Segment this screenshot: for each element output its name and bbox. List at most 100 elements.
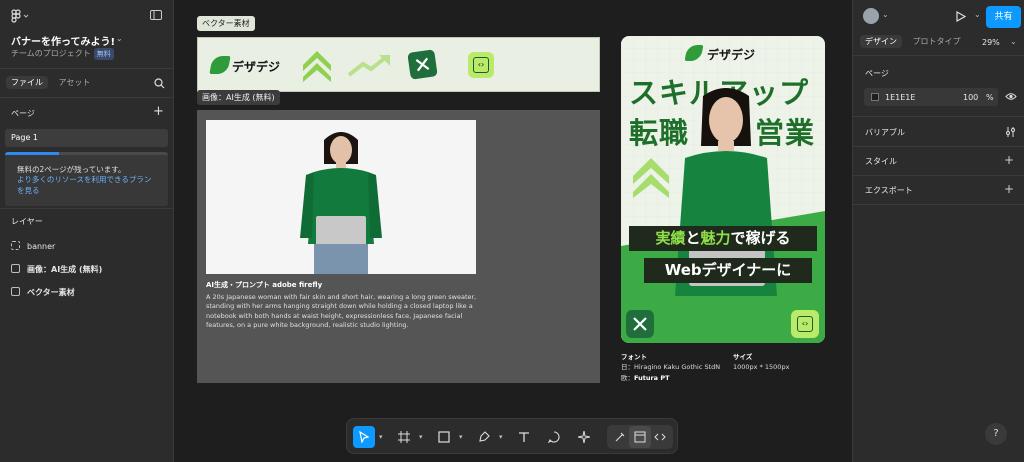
comment-tool-button[interactable] bbox=[543, 426, 565, 448]
search-icon[interactable] bbox=[154, 78, 165, 92]
tab-prototype[interactable]: プロトタイプ bbox=[913, 37, 961, 46]
frame-icon bbox=[398, 431, 410, 443]
chevron-up-double-icon bbox=[303, 51, 331, 82]
main-menu-button[interactable] bbox=[11, 9, 31, 26]
divider bbox=[853, 146, 1024, 147]
tab-assets[interactable]: アセット bbox=[59, 78, 91, 87]
cursor-icon bbox=[359, 431, 370, 443]
poster-chevron-icon bbox=[633, 158, 669, 198]
eye-icon[interactable] bbox=[1005, 92, 1017, 101]
comment-icon bbox=[548, 431, 560, 443]
layer-row-image[interactable]: 画像：AI生成 (無料) bbox=[11, 264, 102, 275]
bottom-toolbar: ▾ ▾ ▾ ▾ bbox=[346, 418, 678, 454]
chevron-down-icon[interactable]: ▾ bbox=[419, 433, 423, 441]
zoom-level[interactable]: 29% bbox=[982, 38, 1000, 47]
chevron-down-icon[interactable]: ▾ bbox=[459, 433, 463, 441]
team-project-label: チームのプロジェクト bbox=[11, 49, 91, 58]
color-swatch[interactable] bbox=[871, 93, 879, 101]
free-badge: 無料 bbox=[93, 48, 114, 60]
mode-switcher bbox=[607, 425, 673, 449]
poster-tools-icon bbox=[626, 310, 654, 338]
rectangle-icon bbox=[438, 431, 450, 443]
trend-arrow-icon bbox=[347, 55, 390, 77]
size-label: サイズ bbox=[733, 353, 753, 361]
add-export-icon[interactable]: + bbox=[1004, 183, 1014, 195]
tab-bar: ファイル アセット bbox=[6, 76, 91, 89]
page-section-label: ページ bbox=[865, 69, 889, 78]
share-button[interactable]: 共有 bbox=[986, 6, 1021, 28]
page-item-label: Page 1 bbox=[11, 133, 38, 142]
bg-hex[interactable]: 1E1E1E bbox=[885, 93, 915, 102]
text-tool-button[interactable] bbox=[513, 426, 535, 448]
chevron-down-icon[interactable]: ▾ bbox=[499, 433, 503, 441]
chevron-down-icon[interactable]: ⌄ bbox=[974, 10, 981, 19]
layer-row-vector[interactable]: ベクター素材 bbox=[11, 287, 75, 298]
page-item[interactable]: Page 1 bbox=[5, 129, 168, 147]
section-label-vector[interactable]: ベクター素材 bbox=[197, 16, 255, 31]
poster-logo-text: デザデジ bbox=[707, 48, 756, 62]
poster-band-2: Webデザイナーに bbox=[644, 258, 812, 283]
add-style-icon[interactable]: + bbox=[1004, 154, 1014, 166]
design-tabs: デザイン プロトタイプ bbox=[860, 35, 961, 48]
right-panel: ⌄ ⌄ 共有 デザイン プロトタイプ 29% ⌄ ページ 1E1E1E 100 … bbox=[852, 0, 1024, 462]
section-label-image[interactable]: 画像：AI生成 (無料) bbox=[197, 90, 280, 105]
vector-banner[interactable]: デザデジ ‹› bbox=[197, 37, 600, 92]
add-page-icon[interactable]: + bbox=[153, 104, 164, 119]
frame-tool-button[interactable] bbox=[393, 426, 415, 448]
chevron-down-icon[interactable]: ⌄ bbox=[882, 10, 889, 19]
variables-label: バリアブル bbox=[865, 128, 905, 137]
ai-photo bbox=[206, 120, 476, 274]
divider bbox=[853, 175, 1024, 176]
band-text: と bbox=[685, 229, 701, 247]
font-info: フォント 日：Hiragino Kaku Gothic StdN 欧：Futur… bbox=[621, 352, 720, 383]
chevron-down-icon[interactable]: ⌄ bbox=[1010, 37, 1017, 46]
chevron-down-icon[interactable]: ▾ bbox=[379, 433, 383, 441]
layer-label: banner bbox=[27, 242, 56, 251]
section-icon bbox=[11, 264, 20, 273]
bg-opacity[interactable]: 100 bbox=[963, 93, 978, 102]
help-button[interactable]: ? bbox=[985, 423, 1007, 445]
band-highlight-1: 実績 bbox=[655, 229, 686, 247]
code-brackets-icon bbox=[654, 433, 666, 441]
dev-mode-button[interactable] bbox=[649, 426, 671, 448]
tools-icon bbox=[407, 49, 438, 80]
move-tool-button[interactable] bbox=[353, 426, 375, 448]
tab-file[interactable]: ファイル bbox=[6, 76, 48, 89]
figma-logo-icon bbox=[11, 9, 29, 23]
play-icon[interactable] bbox=[956, 11, 966, 22]
chevron-down-icon[interactable]: ⌄ bbox=[116, 34, 123, 43]
pen-tool-button[interactable] bbox=[473, 426, 495, 448]
poster-code-icon: ‹› bbox=[791, 310, 819, 338]
upgrade-link[interactable]: より多くのリソースを利用できるプランを見る bbox=[17, 175, 157, 197]
draw-mode-button[interactable] bbox=[609, 426, 631, 448]
font-label: フォント bbox=[621, 353, 647, 361]
divider bbox=[853, 55, 1024, 56]
section-icon bbox=[11, 287, 20, 296]
avatar[interactable] bbox=[863, 8, 879, 24]
adjust-icon[interactable] bbox=[1005, 127, 1016, 137]
font-jp: 日：Hiragino Kaku Gothic StdN bbox=[621, 363, 721, 372]
caption-title: AI生成・プロンプト adobe firefly bbox=[206, 281, 323, 289]
toggle-panel-icon[interactable] bbox=[150, 10, 162, 23]
layer-row-banner[interactable]: banner bbox=[11, 241, 55, 251]
bg-opacity-unit: % bbox=[986, 93, 994, 102]
layer-label: ベクター素材 bbox=[27, 288, 75, 297]
shape-tool-button[interactable] bbox=[433, 426, 455, 448]
ai-image-section[interactable]: AI生成・プロンプト adobe firefly A 20s Japanese … bbox=[197, 110, 600, 383]
size-value: 1000px * 1500px bbox=[733, 363, 790, 372]
sparkle-icon bbox=[578, 431, 590, 443]
text-icon bbox=[519, 432, 529, 442]
free-progress-bar bbox=[5, 152, 59, 155]
project-title[interactable]: バナーを作ってみよう! bbox=[11, 33, 115, 48]
caption-body: A 20s Japanese woman with fair skin and … bbox=[206, 293, 477, 330]
design-mode-button[interactable] bbox=[629, 426, 651, 448]
code-icon: ‹› bbox=[468, 52, 494, 78]
divider bbox=[0, 97, 174, 98]
actions-tool-button[interactable] bbox=[573, 426, 595, 448]
tab-design[interactable]: デザイン bbox=[860, 35, 902, 48]
band-text: で稼げる bbox=[730, 229, 791, 247]
poster-design[interactable]: デザデジ スキルアップ 転職 営業 実績と魅力で稼げる Webデザイナーに ‹› bbox=[621, 36, 825, 343]
layout-icon bbox=[634, 431, 646, 443]
export-label: エクスポート bbox=[865, 186, 913, 195]
free-notice-text: 無料の2ページが残っています。 bbox=[17, 165, 126, 174]
